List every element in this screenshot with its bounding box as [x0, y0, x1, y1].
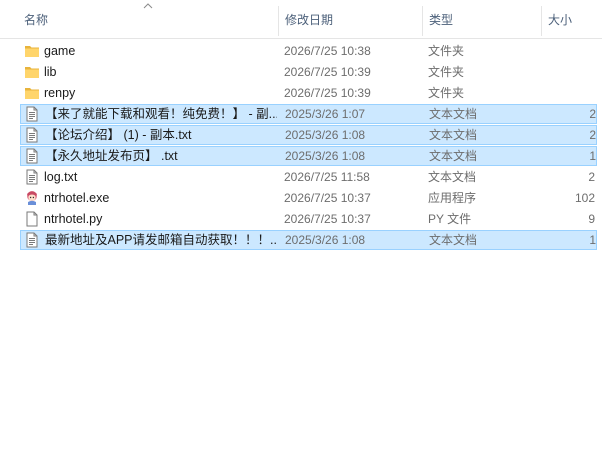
file-row[interactable]: lib 2026/7/25 10:39 文件夹 — [20, 62, 597, 82]
file-date-modified: 2026/7/25 10:39 — [284, 65, 371, 79]
column-header-date-label: 修改日期 — [285, 13, 334, 27]
file-size: 1 — [589, 149, 596, 163]
column-header-type[interactable]: 类型 — [423, 0, 541, 38]
file-date-modified: 2026/7/25 10:37 — [284, 191, 371, 205]
file-row[interactable]: 【论坛介绍】 (1) - 副本.txt 2025/3/26 1:08 文本文档 2 — [20, 125, 597, 145]
file-name: renpy — [44, 86, 76, 100]
file-explorer: 名称 修改日期 类型 大小 game 2026/7/25 10:38 文件夹 lib… — [0, 0, 602, 473]
column-header-size-label: 大小 — [548, 13, 573, 27]
file-size: 1 — [589, 233, 596, 247]
file-name: 【来了就能下载和观看！纯免费！】 - 副... — [45, 107, 277, 121]
file-type: 文本文档 — [429, 149, 478, 163]
file-name: 【永久地址发布页】 .txt — [45, 149, 178, 163]
file-name: lib — [44, 65, 57, 79]
file-row[interactable]: ntrhotel.py 2026/7/25 10:37 PY 文件 9 — [20, 209, 597, 229]
column-header-bar: 名称 修改日期 类型 大小 — [0, 0, 602, 39]
sort-ascending-icon — [143, 3, 153, 9]
folder-icon — [25, 88, 39, 99]
file-row[interactable]: game 2026/7/25 10:38 文件夹 — [20, 41, 597, 61]
folder-icon — [25, 46, 39, 57]
file-size: 2 — [588, 170, 595, 184]
file-size: 2 — [589, 107, 596, 121]
file-row[interactable]: ntrhotel.exe 2026/7/25 10:37 应用程序 102 — [20, 188, 597, 208]
file-size — [540, 62, 595, 82]
file-date-modified: 2025/3/26 1:08 — [285, 233, 366, 247]
folder-icon — [25, 67, 39, 78]
file-row[interactable]: 最新地址及APP请发邮箱自动获取！！！... 2025/3/26 1:08 文本文档… — [20, 230, 597, 250]
text-file-icon — [26, 106, 38, 122]
text-file-icon — [26, 148, 38, 164]
file-size: 102 — [574, 191, 595, 205]
file-date-modified: 2025/3/26 1:07 — [285, 107, 366, 121]
file-row[interactable]: 【永久地址发布页】 .txt 2025/3/26 1:08 文本文档 1 — [20, 146, 597, 166]
text-file-icon — [26, 232, 38, 248]
file-name: ntrhotel.exe — [44, 191, 110, 205]
file-row[interactable]: 【来了就能下载和观看！纯免费！】 - 副... 2025/3/26 1:07 文本文… — [20, 104, 597, 124]
file-size — [540, 83, 595, 103]
file-date-modified: 2026/7/25 10:37 — [284, 212, 371, 226]
file-date-modified: 2025/3/26 1:08 — [285, 128, 366, 142]
file-date-modified: 2026/7/25 11:58 — [284, 170, 370, 184]
file-name: 最新地址及APP请发邮箱自动获取！！！... — [45, 233, 277, 247]
file-type: 文件夹 — [428, 44, 465, 58]
file-type: 文本文档 — [429, 128, 478, 142]
file-name: log.txt — [44, 170, 78, 184]
file-row[interactable]: log.txt 2026/7/25 11:58 文本文档 2 — [20, 167, 597, 187]
file-size — [540, 41, 595, 61]
blank-file-icon — [26, 211, 38, 227]
file-name: game — [44, 44, 76, 58]
app-character-icon — [27, 191, 37, 205]
file-name: ntrhotel.py — [44, 212, 103, 226]
file-date-modified: 2025/3/26 1:08 — [285, 149, 366, 163]
file-size: 9 — [588, 212, 595, 226]
file-type: 文件夹 — [428, 65, 465, 79]
column-header-name-label: 名称 — [24, 13, 49, 27]
column-header-date[interactable]: 修改日期 — [279, 0, 422, 38]
column-header-size[interactable]: 大小 — [542, 0, 602, 38]
file-row[interactable]: renpy 2026/7/25 10:39 文件夹 — [20, 83, 597, 103]
text-file-icon — [26, 127, 38, 143]
file-type: 文本文档 — [429, 233, 478, 247]
file-date-modified: 2026/7/25 10:38 — [284, 44, 371, 58]
file-type: PY 文件 — [428, 212, 472, 226]
file-type: 文本文档 — [428, 170, 477, 184]
column-header-type-label: 类型 — [429, 13, 454, 27]
file-type: 应用程序 — [428, 191, 477, 205]
file-size: 2 — [589, 128, 596, 142]
file-type: 文本文档 — [429, 107, 478, 121]
text-file-icon — [26, 169, 38, 185]
file-date-modified: 2026/7/25 10:39 — [284, 86, 371, 100]
file-type: 文件夹 — [428, 86, 465, 100]
file-name: 【论坛介绍】 (1) - 副本.txt — [45, 128, 192, 142]
